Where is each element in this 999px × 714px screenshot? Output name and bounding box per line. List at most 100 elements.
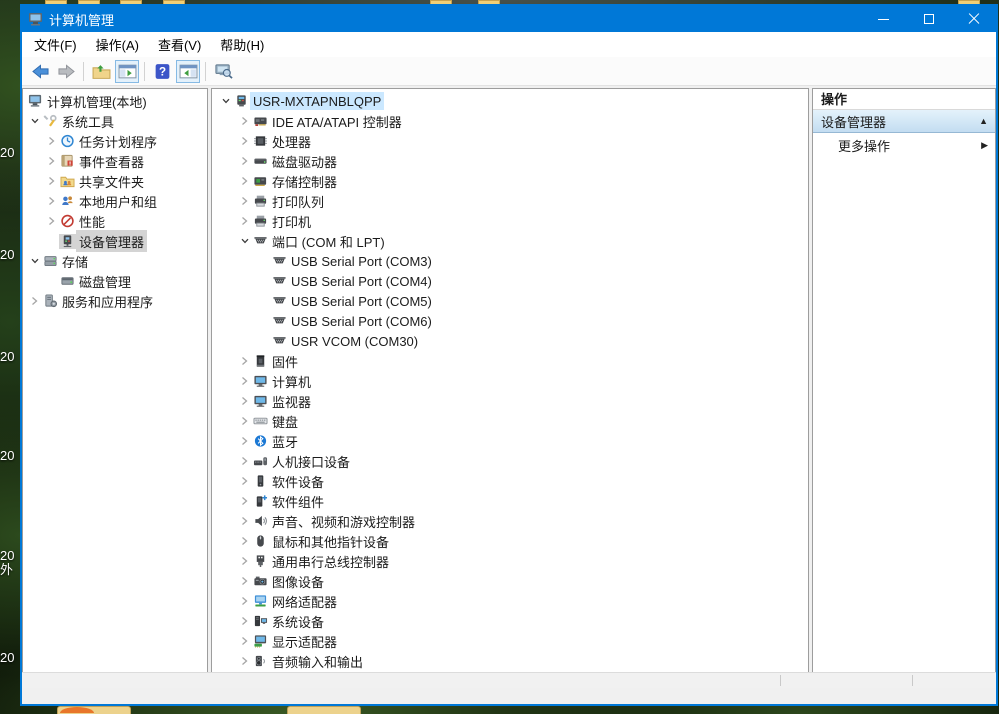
chevron-right-icon[interactable]	[237, 654, 252, 668]
chevron-right-icon[interactable]	[237, 134, 252, 148]
show-hide-action-pane-button[interactable]	[176, 60, 200, 83]
chevron-right-icon[interactable]	[237, 534, 252, 548]
maximize-button[interactable]	[906, 6, 951, 32]
tree-item[interactable]: 蓝牙	[212, 431, 808, 451]
tree-item[interactable]: 磁盘管理	[23, 271, 207, 291]
tree-item[interactable]: 性能	[23, 211, 207, 231]
tree-item[interactable]: 存储控制器	[212, 171, 808, 191]
chevron-right-icon[interactable]	[44, 174, 59, 188]
chevron-right-icon[interactable]	[44, 134, 59, 148]
tree-item[interactable]: 软件组件	[212, 491, 808, 511]
folder-button[interactable]	[89, 60, 113, 83]
chevron-right-icon[interactable]	[237, 114, 252, 128]
tree-item[interactable]: IDE ATA/ATAPI 控制器	[212, 111, 808, 131]
chevron-right-icon[interactable]	[237, 374, 252, 388]
tree-item[interactable]: 任务计划程序	[23, 131, 207, 151]
chevron-right-icon[interactable]	[237, 154, 252, 168]
chevron-right-icon[interactable]	[237, 454, 252, 468]
title-bar[interactable]: 计算机管理	[22, 6, 996, 32]
tree-item[interactable]: 键盘	[212, 411, 808, 431]
minimize-button[interactable]	[861, 6, 906, 32]
chevron-right-icon[interactable]	[237, 514, 252, 528]
close-button[interactable]	[951, 6, 996, 32]
tree-item[interactable]: 处理器	[212, 131, 808, 151]
chevron-right-icon[interactable]	[44, 214, 59, 228]
help-button[interactable]: ?	[150, 60, 174, 83]
actions-panel: 操作 设备管理器 ▲ 更多操作 ▶	[812, 88, 996, 688]
menu-file[interactable]: 文件(F)	[25, 31, 86, 58]
chevron-spacer	[256, 334, 271, 348]
chevron-right-icon[interactable]	[237, 594, 252, 608]
chevron-right-icon[interactable]	[237, 394, 252, 408]
tree-item[interactable]: 监视器	[212, 391, 808, 411]
chevron-down-icon[interactable]	[27, 254, 42, 268]
tree-item[interactable]: 服务和应用程序	[23, 291, 207, 311]
tree-item[interactable]: 系统设备	[212, 611, 808, 631]
tree-item[interactable]: 人机接口设备	[212, 451, 808, 471]
more-actions-item[interactable]: 更多操作 ▶	[813, 133, 995, 157]
tree-item[interactable]: USB Serial Port (COM5)	[212, 291, 808, 311]
chevron-right-icon[interactable]	[237, 574, 252, 588]
tree-item[interactable]: 通用串行总线控制器	[212, 551, 808, 571]
tree-item[interactable]: USB Serial Port (COM3)	[212, 251, 808, 271]
remote-computer-button[interactable]	[211, 60, 235, 83]
tree-item[interactable]: 设备管理器	[23, 231, 207, 251]
show-hide-console-tree-button[interactable]	[115, 60, 139, 83]
forward-button[interactable]	[54, 60, 78, 83]
chevron-right-icon[interactable]	[237, 614, 252, 628]
actions-section-device-manager[interactable]: 设备管理器 ▲	[813, 110, 995, 133]
chevron-right-icon[interactable]	[237, 494, 252, 508]
chevron-right-icon[interactable]	[237, 554, 252, 568]
chevron-down-icon[interactable]	[27, 114, 42, 128]
tree-item[interactable]: 计算机	[212, 371, 808, 391]
tree-item[interactable]: 鼠标和其他指针设备	[212, 531, 808, 551]
tree-item[interactable]: 计算机管理(本地)	[23, 91, 207, 111]
chevron-right-icon[interactable]	[237, 354, 252, 368]
menu-action[interactable]: 操作(A)	[87, 31, 148, 58]
tree-item[interactable]: 本地用户和组	[23, 191, 207, 211]
computer-management-window: 计算机管理 文件(F) 操作(A) 查看(V) 帮助(H) ? 计算机管理(本地…	[20, 4, 998, 706]
tree-item[interactable]: 存储	[23, 251, 207, 271]
tree-item[interactable]: 打印机	[212, 211, 808, 231]
chevron-right-icon[interactable]	[237, 414, 252, 428]
menu-view[interactable]: 查看(V)	[149, 31, 210, 58]
tree-item[interactable]: USB Serial Port (COM4)	[212, 271, 808, 291]
status-bar	[22, 672, 996, 688]
tree-item[interactable]: 系统工具	[23, 111, 207, 131]
tree-item[interactable]: USR-MXTAPNBLQPP	[212, 91, 808, 111]
tree-item[interactable]: 图像设备	[212, 571, 808, 591]
tree-item[interactable]: 网络适配器	[212, 591, 808, 611]
chevron-down-icon[interactable]	[237, 234, 252, 248]
chevron-right-icon[interactable]	[237, 434, 252, 448]
tree-item[interactable]: 端口 (COM 和 LPT)	[212, 231, 808, 251]
chevron-right-icon[interactable]	[27, 294, 42, 308]
tree-item[interactable]: USB Serial Port (COM6)	[212, 311, 808, 331]
tree-item[interactable]: 磁盘驱动器	[212, 151, 808, 171]
chevron-right-icon[interactable]	[44, 194, 59, 208]
tree-item[interactable]: 软件设备	[212, 471, 808, 491]
collapse-section-icon[interactable]: ▲	[979, 116, 988, 126]
computer-mgmt-icon	[27, 94, 44, 109]
chevron-right-icon[interactable]	[237, 194, 252, 208]
tree-item[interactable]: 固件	[212, 351, 808, 371]
tree-item[interactable]: 共享文件夹	[23, 171, 207, 191]
sound-icon	[252, 514, 269, 529]
imaging-icon	[252, 574, 269, 589]
chevron-right-icon[interactable]	[237, 634, 252, 648]
tree-item[interactable]: 音频输入和输出	[212, 651, 808, 671]
chevron-down-icon[interactable]	[218, 94, 233, 108]
desktop-icon-label-fragment: 20	[0, 248, 18, 262]
tree-item[interactable]: 打印队列	[212, 191, 808, 211]
tree-item[interactable]: 事件查看器	[23, 151, 207, 171]
back-button[interactable]	[28, 60, 52, 83]
chevron-spacer	[44, 234, 59, 248]
menu-help[interactable]: 帮助(H)	[211, 31, 273, 58]
tree-item[interactable]: 声音、视频和游戏控制器	[212, 511, 808, 531]
tree-item[interactable]: USR VCOM (COM30)	[212, 331, 808, 351]
chevron-right-icon[interactable]	[237, 474, 252, 488]
tree-item[interactable]: 显示适配器	[212, 631, 808, 651]
chevron-right-icon[interactable]	[237, 174, 252, 188]
desktop-icon-label-fragment: 20	[0, 449, 18, 463]
chevron-right-icon[interactable]	[237, 214, 252, 228]
chevron-right-icon[interactable]	[44, 154, 59, 168]
